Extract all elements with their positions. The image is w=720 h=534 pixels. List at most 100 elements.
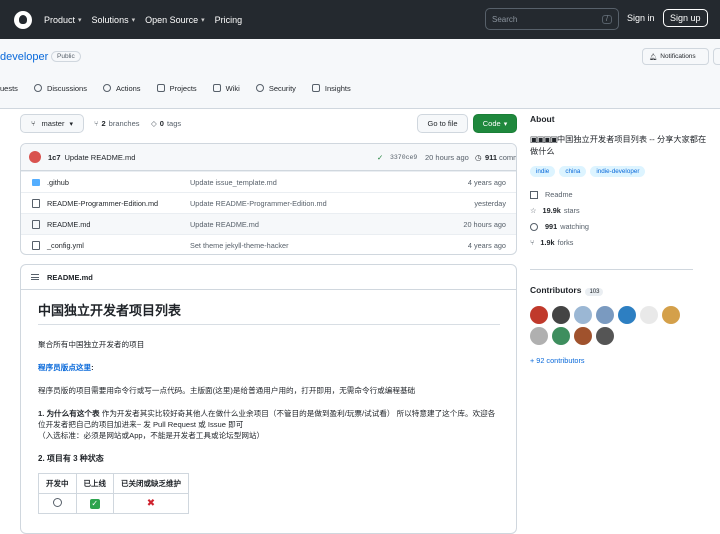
tab-projects[interactable]: Projects [156,83,197,93]
chevron-down-icon: ▾ [503,120,508,128]
more-contributors-link[interactable]: + 92 contributors [530,356,585,365]
contributors-heading[interactable]: Contributors 103 [530,285,604,296]
file-row[interactable]: README-Programmer-Edition.md Update READ… [21,192,516,213]
fork-button[interactable] [713,48,720,65]
commit-hash[interactable]: 3370ce9 [390,154,417,161]
contributor-avatar[interactable] [618,306,636,324]
file-age: yesterday [474,198,506,208]
contributor-avatar[interactable] [530,306,548,324]
readme-link[interactable]: Readme [530,190,710,199]
repo-name-link[interactable]: developer [0,51,48,63]
sign-in-link[interactable]: Sign in [627,13,655,23]
table-cell [38,493,77,514]
clock-icon [52,498,62,507]
nav-solutions[interactable]: Solutions ▾ [92,15,136,25]
file-name[interactable]: README.md [47,220,90,229]
contributors-title: Contributors [530,285,582,295]
why-title: 1. 为什么有这个表 [38,409,100,418]
contributor-avatar[interactable] [574,327,592,345]
commit-message[interactable]: Update README.md [65,153,136,162]
contributor-avatar[interactable] [574,306,592,324]
file-row[interactable]: .github Update issue_template.md 4 years… [21,171,516,192]
nav-pricing[interactable]: Pricing [215,15,243,25]
commits-label[interactable]: commits [499,153,516,162]
file-row[interactable]: README.md Update README.md 20 hours ago [21,213,516,234]
branch-label: master [41,119,65,128]
file-commit-message[interactable]: Update README.md [190,220,259,229]
file-name[interactable]: .github [47,178,69,187]
tags-link[interactable]: ◇ 0 tags [151,119,181,128]
contributor-avatar[interactable] [530,327,548,345]
contributor-avatar[interactable] [552,327,570,345]
topic-tag[interactable]: indie [530,166,556,177]
nav-solutions-label: Solutions [91,14,129,25]
table-cell: ✓ [75,493,114,514]
contributor-avatars [530,306,690,345]
table-row: ✓ ✖ [38,493,189,514]
branch-select-button[interactable]: ⑂ master ▾ [20,114,84,133]
forks-link[interactable]: ⑂ 1.9k forks [530,238,710,247]
nav-open-source[interactable]: Open Source ▾ [145,15,205,25]
contributor-avatar[interactable] [552,306,570,324]
github-logo-icon[interactable] [14,10,32,29]
topic-tag[interactable]: indie-developer [590,166,646,177]
tab-insights[interactable]: Insights [311,84,351,93]
contributor-avatar[interactable] [596,306,614,324]
contributors-count: 103 [585,288,604,296]
commits-count[interactable]: 911 [485,153,497,162]
go-to-file-button[interactable]: Go to file [417,114,468,133]
notifications-button[interactable]: 🔔︎ Notifications [642,48,709,65]
programmer-edition-link[interactable]: 程序员版点这里 [38,363,91,372]
visibility-badge: Public [51,51,81,62]
file-name[interactable]: _config.yml [47,241,84,250]
tab-label: Projects [169,83,197,93]
check-mark-icon: ✓ [89,498,100,509]
search-input[interactable]: Search / [485,8,619,30]
watching-count: 991 [545,222,558,231]
topic-tag[interactable]: china [559,166,587,177]
nav-product[interactable]: Product ▾ [44,15,82,25]
file-name[interactable]: README-Programmer-Edition.md [47,199,158,208]
repo-header: developer Public 🔔︎ Notifications uests … [0,39,720,109]
history-icon: ◷ [475,152,482,162]
stars-count: 19.9k [542,206,561,215]
branches-link[interactable]: ⑂ 2 branches [94,119,140,128]
file-commit-message[interactable]: Update README-Programmer-Edition.md [190,199,327,208]
file-icon [32,240,40,250]
table-header: 开发中 [38,473,77,494]
tab-actions[interactable]: Actions [102,84,141,93]
stars-label: stars [563,206,580,215]
tab-discussions[interactable]: Discussions [33,84,87,93]
readme-panel: README.md 中国独立开发者项目列表 聚合所有中国独立开发者的项目 程序员… [20,264,517,534]
folder-icon [32,178,40,186]
book-icon [212,84,221,92]
file-age: 4 years ago [467,240,506,250]
global-header: Product ▾ Solutions ▾ Open Source ▾ Pricing… [0,0,720,39]
avatar[interactable] [29,151,41,163]
tab-pull-requests[interactable]: uests [0,84,18,93]
commit-author[interactable]: 1c7 [48,153,61,162]
contributor-avatar[interactable] [640,306,658,324]
file-row[interactable]: _config.yml Set theme jekyll-theme-hacke… [21,234,516,254]
chevron-down-icon: ▾ [201,16,205,24]
sign-up-button[interactable]: Sign up [663,9,708,27]
code-button[interactable]: Code ▾ [473,114,517,133]
list-icon[interactable] [31,274,39,280]
watching-link[interactable]: 991 watching [530,222,710,231]
about-title: About [530,114,555,124]
stars-link[interactable]: ☆ 19.9k stars [530,206,710,215]
chevron-down-icon: ▾ [78,16,82,24]
cross-mark-icon: ✖ [146,498,156,509]
table-cell: ✖ [113,493,189,514]
contributor-avatar[interactable] [662,306,680,324]
contributor-avatar[interactable] [596,327,614,345]
divider [530,269,693,270]
star-icon: ☆ [530,206,537,215]
tab-security[interactable]: Security [255,84,296,93]
tab-wiki[interactable]: Wiki [212,84,240,93]
file-commit-message[interactable]: Set theme jekyll-theme-hacker [190,241,289,250]
branches-count: 2 [101,119,106,128]
branch-icon: ⑂ [94,119,99,128]
file-commit-message[interactable]: Update issue_template.md [190,178,277,187]
nav-pricing-label: Pricing [214,14,243,25]
